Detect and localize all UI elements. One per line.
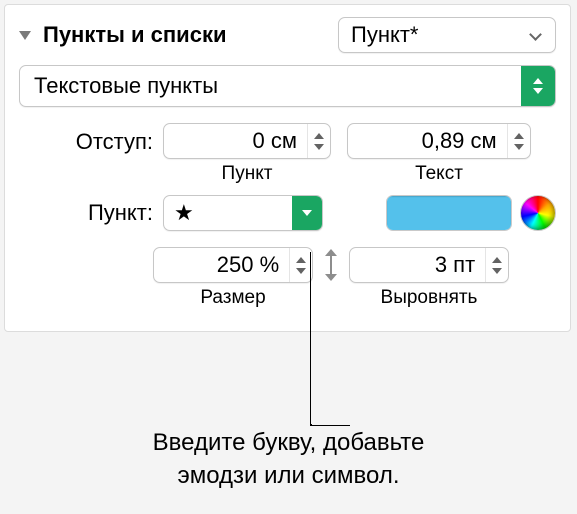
disclosure-triangle-icon[interactable] (19, 31, 31, 40)
stepper-arrows-icon[interactable] (507, 124, 530, 158)
bullet-type-popup[interactable]: Текстовые пункты (19, 65, 556, 107)
text-indent-input[interactable] (348, 125, 507, 157)
stepper-arrows-icon[interactable] (307, 124, 330, 158)
bullet-label: Пункт: (19, 200, 163, 226)
callout-leader (310, 424, 350, 426)
callout-text: Введите букву, добавьте эмодзи или симво… (0, 427, 577, 492)
bullet-glyph: ★ (164, 200, 292, 226)
color-wheel-icon[interactable] (520, 195, 556, 231)
bullet-character-popup[interactable]: ★ (163, 195, 323, 231)
list-style-value: Пункт* (351, 22, 418, 48)
callout-line-1: Введите букву, добавьте (0, 427, 577, 459)
bullet-align-input[interactable] (350, 249, 485, 281)
size-align-row: Размер Выровнять (19, 247, 556, 309)
bullet-color-controls (386, 195, 556, 231)
vertical-align-icon (319, 247, 343, 283)
callout-line-2: эмодзи или символ. (0, 460, 577, 492)
callout-leader (310, 252, 312, 425)
stepper-arrows-icon[interactable] (485, 248, 508, 282)
section-header: Пункты и списки Пункт* (19, 17, 556, 53)
list-style-popup[interactable]: Пункт* (338, 17, 556, 53)
section-title: Пункты и списки (43, 22, 226, 48)
chevron-down-icon (292, 196, 322, 230)
text-indent-caption: Текст (347, 163, 531, 185)
chevron-down-icon (529, 28, 543, 42)
color-swatch (387, 196, 511, 230)
bullet-color-well[interactable] (386, 195, 512, 231)
indent-row: Отступ: Пункт Текст (19, 123, 556, 185)
bullet-type-value: Текстовые пункты (20, 73, 521, 99)
text-indent-stepper[interactable] (347, 123, 531, 159)
popup-arrows-icon (521, 66, 555, 106)
bullet-indent-input[interactable] (164, 125, 307, 157)
bullet-row: Пункт: ★ (19, 195, 556, 231)
bullet-size-input[interactable] (154, 249, 289, 281)
bullet-size-caption: Размер (153, 287, 313, 309)
bullet-align-stepper[interactable] (349, 247, 509, 283)
bullet-align-caption: Выровнять (349, 287, 509, 309)
indent-label: Отступ: (19, 123, 163, 155)
bullet-indent-stepper[interactable] (163, 123, 331, 159)
bullets-lists-panel: Пункты и списки Пункт* Текстовые пункты … (4, 4, 571, 332)
bullet-size-stepper[interactable] (153, 247, 313, 283)
stepper-arrows-icon[interactable] (289, 248, 312, 282)
bullet-indent-caption: Пункт (163, 163, 331, 185)
